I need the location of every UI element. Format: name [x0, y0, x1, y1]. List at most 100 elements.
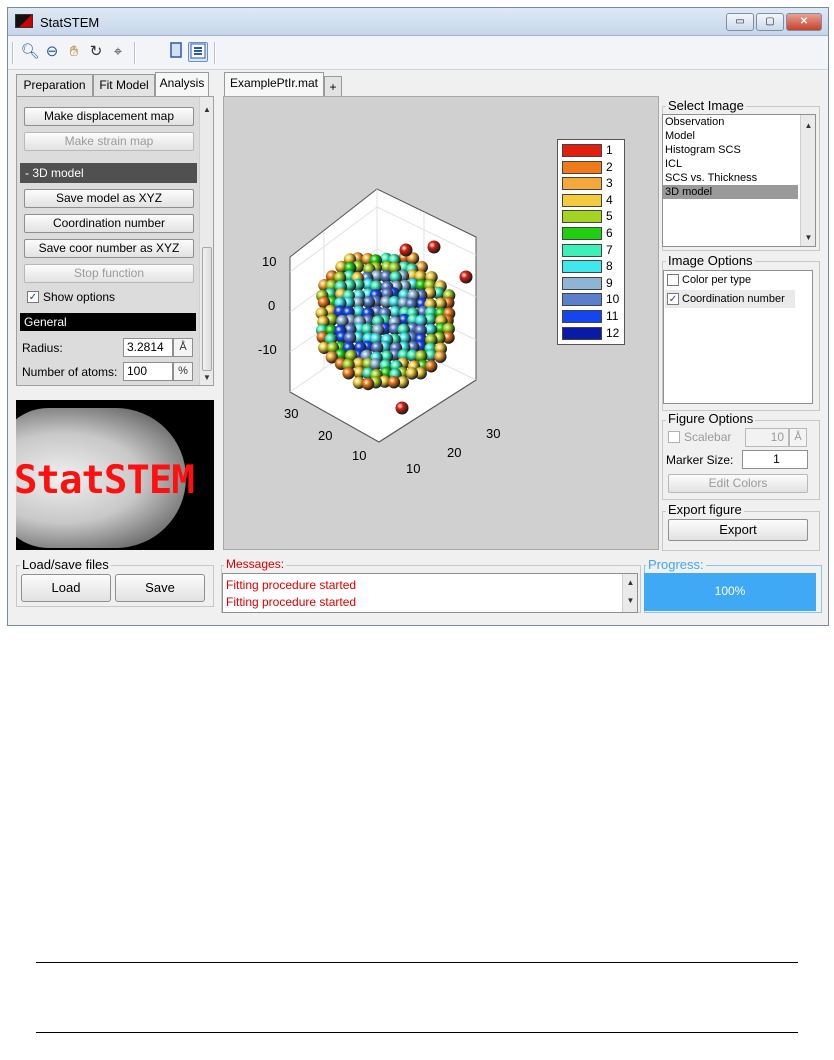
figure-options-title: Figure Options	[666, 411, 756, 426]
data-cursor-icon[interactable]: ⌖	[108, 42, 128, 62]
divider-line	[36, 962, 798, 963]
zoom-in-icon[interactable]: 🔍︎	[20, 42, 40, 62]
legend-label: 6	[606, 226, 613, 240]
legend-swatch	[562, 227, 602, 240]
atom-sphere	[395, 401, 409, 415]
window-title: StatSTEM	[40, 15, 100, 30]
z-tick-label: 10	[262, 254, 277, 269]
app-window: StatSTEM ▭ ▢ ✕ 🔍︎ ⊖ ✋︎ ↻ ⌖ Preparation F…	[7, 7, 829, 626]
atom-sphere	[427, 240, 441, 254]
single-panel-icon[interactable]	[166, 42, 186, 62]
legend-label: 9	[606, 275, 613, 290]
messages-log[interactable]: Fitting procedure started Fitting proced…	[222, 573, 638, 613]
image-list-item[interactable]: 3D model	[663, 185, 798, 199]
radius-input[interactable]: 3.2814	[123, 338, 173, 357]
divider-line	[36, 1032, 798, 1033]
scalebar-input[interactable]: 10	[745, 428, 789, 447]
scroll-down-arrow-icon[interactable]: ▼	[801, 231, 816, 245]
atom-sphere	[405, 367, 419, 380]
minimize-button[interactable]: ▭	[726, 13, 754, 31]
progress-track: 100%	[644, 573, 816, 611]
close-button[interactable]: ✕	[786, 13, 822, 31]
scroll-down-arrow-icon[interactable]: ▼	[200, 371, 214, 385]
coordination-number-checkbox[interactable]: ✓	[667, 293, 679, 305]
tab-analysis[interactable]: Analysis	[155, 72, 209, 96]
show-options-label: Show options	[43, 290, 116, 304]
atom-sphere	[459, 270, 473, 284]
coordination-legend: 1 2 3 4 5 6 7 8 9 10 11 12	[557, 139, 625, 345]
scalebar-unit: Å	[789, 428, 807, 447]
save-model-xyz-button[interactable]: Save model as XYZ	[24, 189, 194, 208]
toolbar: 🔍︎ ⊖ ✋︎ ↻ ⌖	[8, 36, 828, 70]
add-tab-button[interactable]: +	[324, 76, 342, 96]
scroll-up-arrow-icon[interactable]: ▲	[200, 103, 214, 117]
image-list-item[interactable]: SCS vs. Thickness	[663, 171, 798, 185]
legend-swatch	[562, 177, 602, 191]
atom-sphere	[362, 296, 376, 309]
scalebar-checkbox[interactable]	[668, 431, 680, 443]
legend-swatch	[562, 144, 602, 157]
atom-sphere	[434, 350, 447, 363]
general-header: General	[20, 313, 196, 331]
maximize-button[interactable]: ▢	[756, 13, 784, 31]
legend-label: 5	[606, 209, 613, 224]
image-options-title: Image Options	[666, 253, 755, 268]
show-options-checkbox[interactable]: ✓	[27, 291, 39, 303]
legend-swatch	[562, 160, 602, 174]
scroll-up-arrow-icon[interactable]: ▲	[623, 576, 637, 590]
legend-swatch	[562, 243, 602, 257]
progress-text: 100%	[714, 584, 746, 598]
section-3d-model-header[interactable]: - 3D model	[20, 163, 197, 183]
save-button[interactable]: Save	[115, 574, 205, 602]
legend-label: 1	[606, 143, 613, 157]
stop-function-button[interactable]: Stop function	[24, 264, 194, 283]
load-save-title: Load/save files	[20, 557, 111, 572]
tab-file[interactable]: ExamplePtIr.mat	[224, 72, 324, 96]
scroll-down-arrow-icon[interactable]: ▼	[623, 594, 637, 608]
legend-label: 3	[606, 176, 613, 191]
atom-sphere	[425, 360, 438, 373]
scroll-up-arrow-icon[interactable]: ▲	[801, 119, 816, 133]
image-list-item[interactable]: Model	[663, 129, 798, 143]
tab-preparation[interactable]: Preparation	[16, 74, 93, 96]
atom-sphere	[399, 243, 413, 257]
progress-title: Progress:	[646, 557, 706, 572]
left-panel-scrollbar[interactable]: ▲ ▼	[199, 97, 213, 385]
edit-colors-button[interactable]: Edit Colors	[668, 474, 808, 493]
analysis-panel: Make displacement map Make strain map - …	[16, 96, 214, 386]
image-list-scrollbar[interactable]: ▲ ▼	[800, 115, 815, 246]
rotate-3d-icon[interactable]: ↻	[86, 42, 106, 62]
messages-scrollbar[interactable]: ▲ ▼	[622, 574, 637, 612]
legend-swatch	[562, 210, 602, 224]
legend-label: 4	[606, 192, 613, 207]
marker-size-input[interactable]: 1	[742, 450, 808, 469]
figure-canvas[interactable]: 10 0 -10 30 20 10 30 20 10 1 2 3 4 5 6 7 8 9 10 11…	[223, 96, 659, 550]
legend-label: 10	[606, 292, 620, 307]
message-line: Fitting procedure started	[226, 578, 357, 592]
atom-sphere	[342, 367, 355, 380]
make-strain-map-button[interactable]: Make strain map	[24, 132, 194, 151]
make-displacement-map-button[interactable]: Make displacement map	[24, 107, 194, 126]
image-options-list: Color per type ✓ Coordination number	[663, 270, 813, 404]
export-button[interactable]: Export	[668, 519, 808, 541]
zoom-out-icon[interactable]: ⊖	[42, 42, 62, 62]
load-button[interactable]: Load	[21, 574, 111, 602]
image-list-item[interactable]: Observation	[663, 115, 798, 129]
color-per-type-checkbox[interactable]	[667, 274, 679, 286]
number-of-atoms-input[interactable]: 100	[123, 362, 173, 381]
coordination-number-label: Coordination number	[682, 293, 785, 305]
legend-swatch	[562, 260, 602, 274]
legend-label: 7	[606, 242, 613, 257]
coordination-number-button[interactable]: Coordination number	[24, 214, 194, 233]
image-list-item[interactable]: Histogram SCS	[663, 143, 798, 157]
messages-title: Messages:	[224, 557, 287, 571]
scrollbar-thumb[interactable]	[202, 247, 212, 371]
marker-size-label: Marker Size:	[666, 453, 734, 467]
panel-layout-icon[interactable]	[188, 42, 208, 62]
image-list-item[interactable]: ICL	[663, 157, 798, 171]
atom-sphere	[361, 377, 375, 391]
tab-fit-model[interactable]: Fit Model	[93, 74, 155, 96]
select-image-list[interactable]: Observation Model Histogram SCS ICL SCS vs. …	[662, 114, 816, 247]
save-coor-number-xyz-button[interactable]: Save coor number as XYZ	[24, 239, 194, 258]
pan-hand-icon[interactable]: ✋︎	[64, 42, 84, 62]
